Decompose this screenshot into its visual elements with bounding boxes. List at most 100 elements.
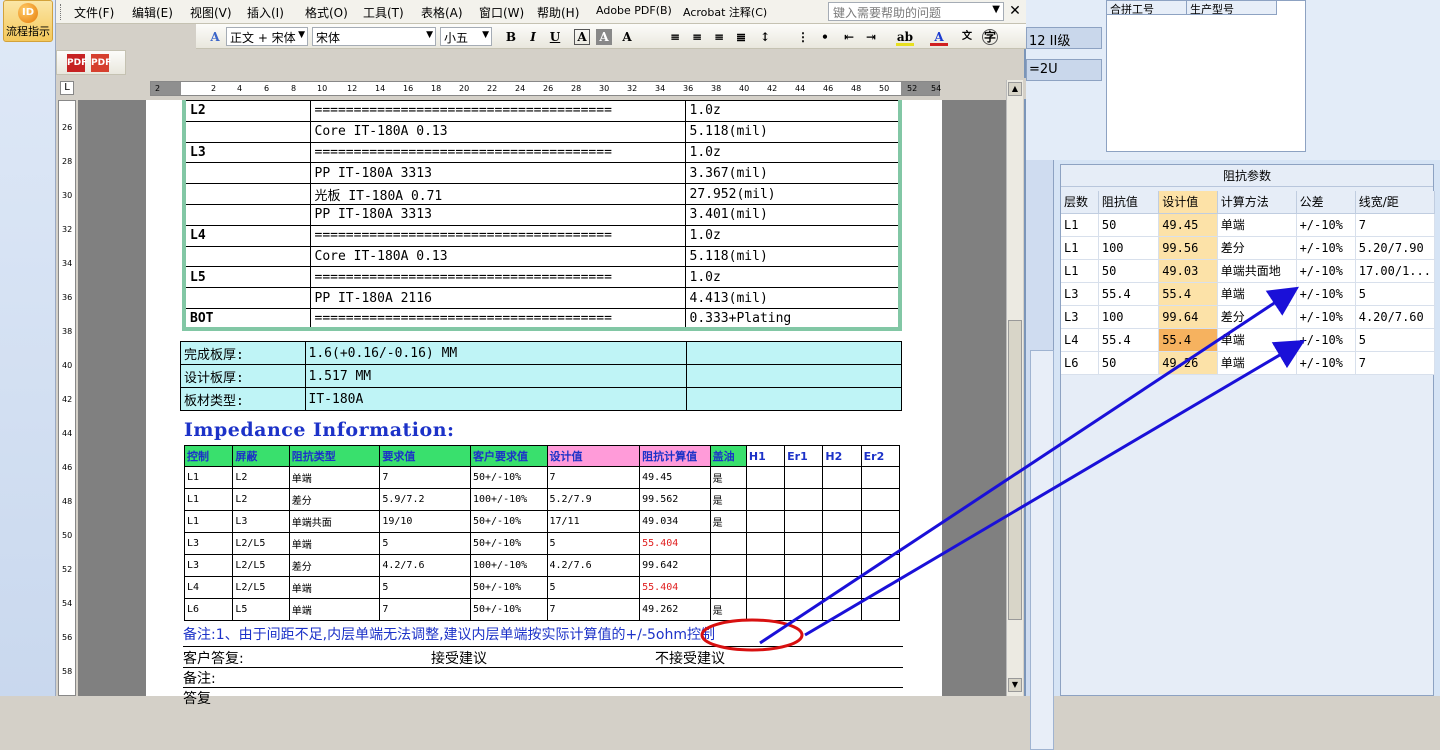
stackup-cell[interactable]: [183, 183, 311, 205]
font-size-select[interactable]: 小五 ▼: [440, 27, 492, 46]
params-cell[interactable]: 单端: [1217, 282, 1297, 306]
impedance-cell[interactable]: [822, 598, 862, 621]
impedance-cell[interactable]: 5: [379, 532, 471, 555]
enclose-char-icon[interactable]: 字: [982, 29, 998, 45]
char-shading-icon[interactable]: A: [596, 29, 612, 45]
impedance-cell[interactable]: [822, 532, 862, 555]
impedance-cell[interactable]: [745, 554, 786, 577]
impedance-cell[interactable]: 单端: [288, 598, 381, 621]
params-cell[interactable]: L4: [1061, 328, 1099, 352]
thickness-cell[interactable]: 设计板厚:: [180, 364, 306, 388]
impedance-cell[interactable]: [860, 510, 901, 533]
impedance-cell[interactable]: 50+/-10%: [469, 510, 548, 533]
stackup-cell[interactable]: [183, 287, 311, 309]
impedance-cell[interactable]: 17/11: [546, 510, 641, 533]
params-cell[interactable]: 单端共面地: [1217, 259, 1297, 283]
params-cell[interactable]: 5.20/7.90: [1355, 236, 1436, 260]
params-row[interactable]: L4 55.4 55.4 单端 +/-10% 5: [1061, 328, 1436, 352]
styles-icon[interactable]: A: [206, 28, 224, 46]
stackup-cell[interactable]: L5: [183, 266, 311, 289]
params-cell[interactable]: L6: [1061, 351, 1099, 375]
params-row[interactable]: L1 50 49.45 单端 +/-10% 7: [1061, 213, 1436, 237]
impedance-cell[interactable]: L5: [232, 598, 290, 621]
thickness-cell[interactable]: [686, 341, 902, 365]
stackup-cell[interactable]: BOT: [183, 307, 311, 330]
phonetic-guide-icon[interactable]: 文: [958, 28, 976, 46]
params-cell[interactable]: 49.26: [1158, 351, 1218, 375]
impedance-cell[interactable]: 50+/-10%: [469, 576, 548, 599]
params-cell[interactable]: +/-10%: [1296, 236, 1356, 260]
thickness-cell[interactable]: 1.517 MM: [304, 364, 688, 388]
numbering-icon[interactable]: ⋮: [794, 28, 812, 46]
thickness-cell[interactable]: 1.6(+0.16/-0.16) MM: [304, 341, 688, 365]
list-header-job[interactable]: 合拼工号: [1107, 1, 1187, 15]
stackup-cell[interactable]: Core IT-180A 0.13: [309, 245, 686, 268]
params-cell[interactable]: +/-10%: [1296, 328, 1356, 352]
impedance-cell[interactable]: 5: [379, 576, 471, 599]
params-cell[interactable]: 单端: [1217, 351, 1297, 375]
menu-view[interactable]: 视图(V): [190, 4, 232, 21]
params-cell[interactable]: 55.4: [1098, 282, 1160, 306]
impedance-cell[interactable]: 49.45: [639, 466, 711, 489]
menu-file[interactable]: 文件(F): [74, 4, 114, 21]
scroll-down-icon[interactable]: ▼: [1008, 678, 1022, 692]
thickness-cell[interactable]: 完成板厚:: [180, 341, 306, 365]
line-spacing-icon[interactable]: ↕: [756, 28, 774, 46]
params-cell[interactable]: 差分: [1217, 236, 1297, 260]
impedance-cell[interactable]: [784, 554, 824, 577]
impedance-cell[interactable]: [822, 576, 862, 599]
accept-suggestion-option[interactable]: 接受建议: [431, 648, 487, 668]
stackup-cell[interactable]: 27.952(mil): [684, 183, 901, 205]
params-cell[interactable]: 55.4: [1158, 282, 1218, 306]
params-header-cell[interactable]: 设计值: [1158, 191, 1218, 214]
impedance-cell[interactable]: 100+/-10%: [469, 488, 548, 511]
impedance-cell[interactable]: 55.404: [639, 576, 711, 599]
params-header-cell[interactable]: 阻抗值: [1098, 191, 1160, 214]
params-cell[interactable]: +/-10%: [1296, 282, 1356, 306]
stackup-cell[interactable]: PP IT-180A 3313: [309, 162, 686, 185]
impedance-cell[interactable]: [745, 510, 786, 533]
params-cell[interactable]: 7: [1355, 351, 1436, 375]
impedance-cell[interactable]: L1: [183, 510, 234, 533]
highlight-icon[interactable]: ab: [896, 28, 914, 46]
impedance-cell[interactable]: L3: [183, 532, 234, 555]
impedance-cell[interactable]: 5.9/7.2: [379, 488, 471, 511]
italic-icon[interactable]: I: [524, 28, 542, 46]
increase-indent-icon[interactable]: ⇥: [862, 28, 880, 46]
decrease-indent-icon[interactable]: ⇤: [840, 28, 858, 46]
help-search-input[interactable]: 键入需要帮助的问题 ▼: [828, 2, 1004, 21]
impedance-cell[interactable]: 单端: [288, 576, 381, 599]
impedance-cell[interactable]: [745, 488, 786, 511]
impedance-cell[interactable]: L2: [232, 488, 290, 511]
params-cell[interactable]: 99.56: [1158, 236, 1218, 260]
menu-table[interactable]: 表格(A): [421, 4, 463, 21]
bullets-icon[interactable]: •: [816, 28, 834, 46]
menu-insert[interactable]: 插入(I): [247, 4, 284, 21]
impedance-cell[interactable]: [784, 532, 824, 555]
stackup-cell[interactable]: L2: [183, 100, 311, 122]
params-row[interactable]: L1 50 49.03 单端共面地 +/-10% 17.00/1...: [1061, 259, 1436, 283]
impedance-cell[interactable]: [745, 598, 786, 621]
stackup-cell[interactable]: PP IT-180A 3313: [309, 203, 686, 226]
impedance-cell[interactable]: 单端: [288, 466, 381, 489]
stackup-cell[interactable]: 1.0z: [684, 224, 901, 247]
params-cell[interactable]: +/-10%: [1296, 351, 1356, 375]
scroll-up-icon[interactable]: ▲: [1008, 82, 1022, 96]
params-row[interactable]: L3 55.4 55.4 单端 +/-10% 5: [1061, 282, 1436, 306]
impedance-cell[interactable]: 49.262: [639, 598, 711, 621]
impedance-cell[interactable]: [860, 598, 901, 621]
convert-pdf-icon[interactable]: PDF: [67, 54, 87, 72]
impedance-cell[interactable]: 是: [709, 466, 747, 489]
tab-stop-selector[interactable]: L: [60, 81, 74, 95]
params-cell[interactable]: L1: [1061, 259, 1099, 283]
impedance-cell[interactable]: [860, 554, 901, 577]
params-row[interactable]: L3 100 99.64 差分 +/-10% 4.20/7.60: [1061, 305, 1436, 329]
impedance-cell[interactable]: 19/10: [379, 510, 471, 533]
impedance-cell[interactable]: 49.034: [639, 510, 711, 533]
impedance-cell[interactable]: [745, 532, 786, 555]
stackup-cell[interactable]: ======================================: [309, 266, 686, 289]
params-cell[interactable]: 50: [1098, 213, 1160, 237]
impedance-cell[interactable]: L2: [232, 466, 290, 489]
params-cell[interactable]: L3: [1061, 305, 1099, 329]
params-row[interactable]: L1 100 99.56 差分 +/-10% 5.20/7.90: [1061, 236, 1436, 260]
